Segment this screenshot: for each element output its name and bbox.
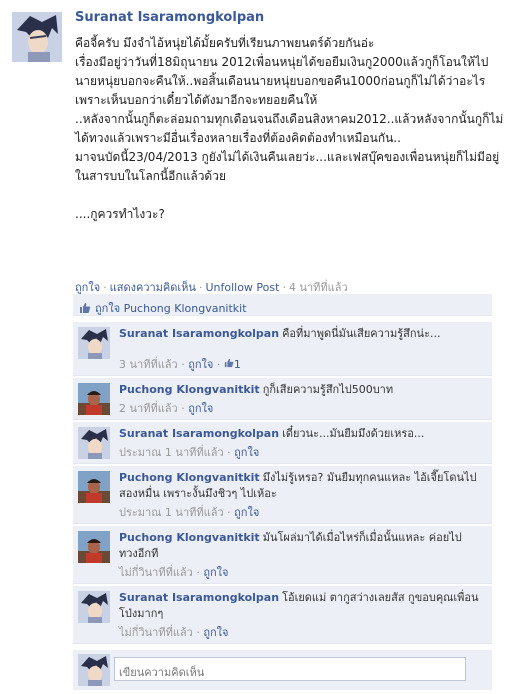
comment-timestamp[interactable]: 3 นาทีที่แล้ว bbox=[119, 358, 178, 371]
post-body: คือจี้ครับ มึงจำไอ้หนุ่ยได้มั้ยครับที่เร… bbox=[75, 34, 505, 224]
comment-like-link[interactable]: ถูกใจ bbox=[203, 626, 228, 639]
comment-item: Puchong Klongvanitkit มึงไม่รู้เหรอ? มันย… bbox=[73, 466, 492, 524]
comment-meta: ประมาณ 1 นาทีที่แล้ว · ถูกใจ bbox=[119, 446, 260, 459]
post-author-name[interactable]: Suranat Isaramongkolpan bbox=[75, 10, 264, 25]
thumbs-up-icon[interactable] bbox=[224, 358, 234, 371]
comment-message: กูก็เสียความรู้สึกไป500บาท bbox=[262, 383, 394, 396]
likes-label: ถูกใจ bbox=[95, 302, 121, 315]
commenter-avatar[interactable] bbox=[78, 427, 110, 459]
commenter-avatar[interactable] bbox=[78, 327, 110, 359]
comment-item: Suranat Isaramongkolpan เดี๋ยวนะ...มันยืม… bbox=[73, 422, 492, 464]
comment-item: Puchong Klongvanitkit มันโผล่มาได้เมื่อไห… bbox=[73, 526, 492, 584]
post-paragraph: ..หลังจากนั้นกูก็ตะล่อมถามทุกเดือนจนถึงเ… bbox=[75, 112, 504, 145]
comment-timestamp[interactable]: ไม่กี่วินาทีที่แล้ว bbox=[119, 626, 193, 639]
post-timestamp[interactable]: 4 นาทีที่แล้ว bbox=[289, 281, 348, 294]
comment-author[interactable]: Puchong Klongvanitkit bbox=[119, 383, 260, 396]
post-paragraph: เรื่องมีอยู่ว่าวันที่18มิถุนายน 2012เพื่… bbox=[75, 55, 489, 69]
comment-link[interactable]: แสดงความคิดเห็น bbox=[110, 281, 196, 294]
commenter-avatar[interactable] bbox=[78, 383, 110, 415]
comment-like-link[interactable]: ถูกใจ bbox=[234, 506, 259, 519]
comment-author[interactable]: Suranat Isaramongkolpan bbox=[119, 591, 279, 604]
unfollow-post-link[interactable]: Unfollow Post bbox=[205, 281, 279, 294]
comment-timestamp[interactable]: ประมาณ 1 นาทีที่แล้ว bbox=[119, 506, 224, 519]
comment-like-link[interactable]: ถูกใจ bbox=[188, 358, 213, 371]
post-paragraph: นายหนุ่ยบอกจะคืนให้..พอสิ้นเดือนนายหนุ่ย… bbox=[75, 74, 486, 107]
comment-meta: ไม่กี่วินาทีที่แล้ว · ถูกใจ bbox=[119, 566, 229, 579]
thumbs-up-icon bbox=[79, 302, 91, 317]
comment-text: Puchong Klongvanitkit มึงไม่รู้เหรอ? มันย… bbox=[119, 470, 479, 502]
comment-meta: ประมาณ 1 นาทีที่แล้ว · ถูกใจ bbox=[119, 506, 260, 519]
post-paragraph: มาจนบัดนี้23/04/2013 กูยังไม่ได้เงินคืนเ… bbox=[75, 150, 500, 183]
comment-meta: 2 นาทีที่แล้ว · ถูกใจ bbox=[119, 402, 214, 415]
comment-message: เดี๋ยวนะ...มันยืมมึงด้วยเหรอ... bbox=[282, 427, 425, 440]
like-link[interactable]: ถูกใจ bbox=[75, 281, 100, 294]
likes-summary: ถูกใจ Puchong Klongvanitkit bbox=[73, 294, 492, 316]
comment-author[interactable]: Puchong Klongvanitkit bbox=[119, 471, 260, 484]
comments-section: ถูกใจ Puchong Klongvanitkit Suranat Isar… bbox=[73, 294, 492, 690]
comment-meta: ไม่กี่วินาทีที่แล้ว · ถูกใจ bbox=[119, 626, 229, 639]
comment-item: Puchong Klongvanitkit กูก็เสียความรู้สึกไ… bbox=[73, 378, 492, 420]
post-author-avatar[interactable] bbox=[12, 12, 62, 62]
post-paragraph: ....กูควรทำไงวะ? bbox=[75, 207, 165, 221]
comment-text: Suranat Isaramongkolpan คือที่มาพูดนี่มัน… bbox=[119, 326, 479, 342]
post-paragraph: คือจี้ครับ มึงจำไอ้หนุ่ยได้มั้ยครับที่เร… bbox=[75, 36, 375, 50]
comment-like-count[interactable]: 1 bbox=[234, 358, 241, 371]
current-user-avatar bbox=[78, 654, 110, 686]
comment-author[interactable]: Suranat Isaramongkolpan bbox=[119, 427, 279, 440]
comment-item: Suranat Isaramongkolpan โอ้เยดแม่ ตากูสว่… bbox=[73, 586, 492, 644]
comment-text: Suranat Isaramongkolpan เดี๋ยวนะ...มันยืม… bbox=[119, 426, 479, 442]
comment-author[interactable]: Suranat Isaramongkolpan bbox=[119, 327, 279, 340]
commenter-avatar[interactable] bbox=[78, 591, 110, 623]
comment-meta: 3 นาทีที่แล้ว · ถูกใจ · 1 bbox=[119, 358, 241, 371]
comment-like-link[interactable]: ถูกใจ bbox=[188, 402, 213, 415]
comment-like-link[interactable]: ถูกใจ bbox=[203, 566, 228, 579]
comment-item: Suranat Isaramongkolpan คือที่มาพูดนี่มัน… bbox=[73, 322, 492, 376]
commenter-avatar[interactable] bbox=[78, 531, 110, 563]
liker-name[interactable]: Puchong Klongvanitkit bbox=[124, 302, 247, 315]
comment-timestamp[interactable]: ไม่กี่วินาทีที่แล้ว bbox=[119, 566, 193, 579]
comment-input[interactable]: เขียนความคิดเห็น bbox=[114, 657, 466, 681]
comment-timestamp[interactable]: ประมาณ 1 นาทีที่แล้ว bbox=[119, 446, 224, 459]
comment-text: Puchong Klongvanitkit กูก็เสียความรู้สึกไ… bbox=[119, 382, 479, 398]
comment-author[interactable]: Puchong Klongvanitkit bbox=[119, 531, 260, 544]
commenter-avatar[interactable] bbox=[78, 471, 110, 503]
comment-composer: เขียนความคิดเห็น bbox=[73, 650, 492, 690]
comment-timestamp[interactable]: 2 นาทีที่แล้ว bbox=[119, 402, 178, 415]
comment-like-link[interactable]: ถูกใจ bbox=[234, 446, 259, 459]
comment-text: Puchong Klongvanitkit มันโผล่มาได้เมื่อไห… bbox=[119, 530, 479, 562]
comment-message: คือที่มาพูดนี่มันเสียความรู้สึกน่ะ... bbox=[282, 327, 441, 340]
comment-text: Suranat Isaramongkolpan โอ้เยดแม่ ตากูสว่… bbox=[119, 590, 479, 622]
post-paragraph bbox=[75, 186, 505, 205]
